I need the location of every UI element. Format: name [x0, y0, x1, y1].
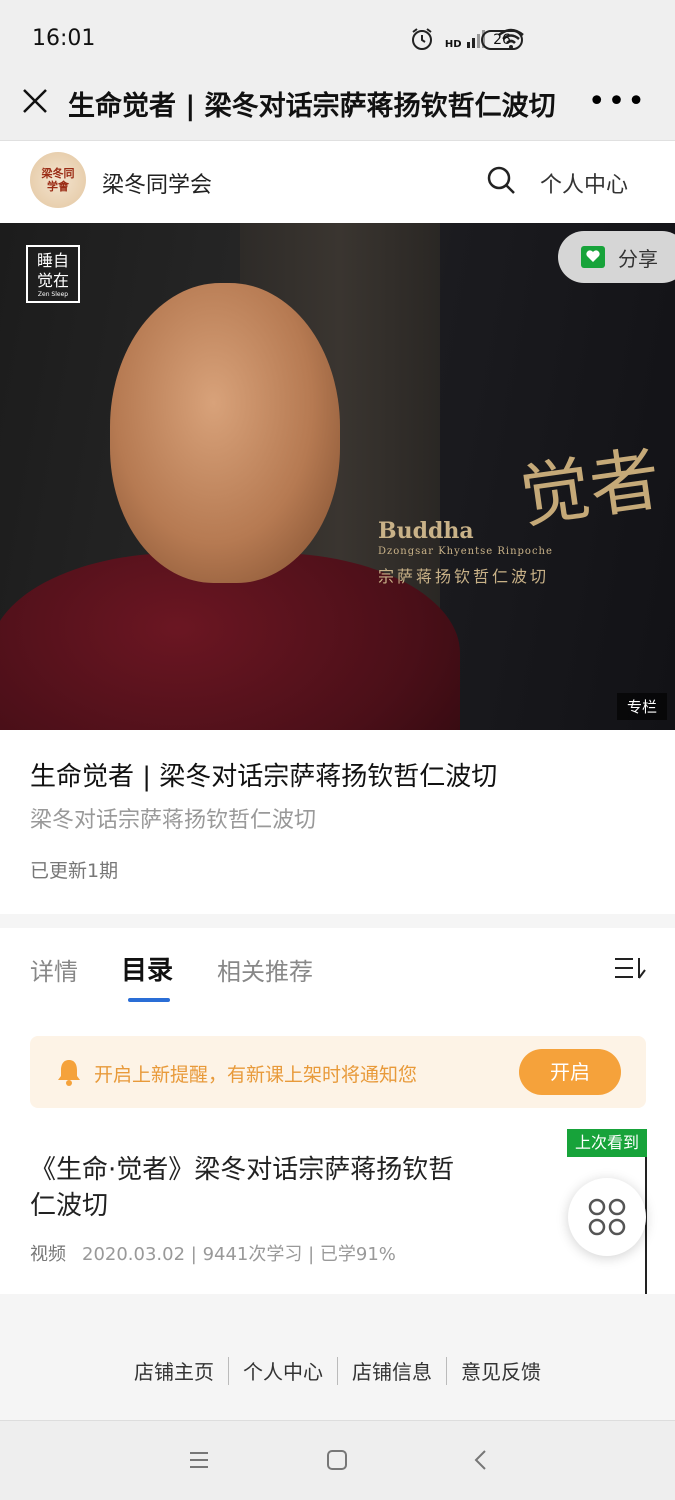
footer-links: 店铺主页 个人中心 店铺信息 意见反馈: [0, 1356, 675, 1385]
home-icon[interactable]: [326, 1449, 348, 1471]
search-icon[interactable]: [486, 165, 516, 195]
battery-indicator: 26: [481, 30, 523, 50]
hero-banner: 睡自觉在 Zen Sleep Buddha Dzongsar Khyentse …: [0, 223, 675, 730]
alarm-icon: [411, 28, 432, 50]
notice-text: 开启上新提醒，有新课上架时将通知您: [94, 1064, 418, 1086]
page-title: 生命觉者 | 梁冬对话宗萨蒋扬钦哲仁波切: [68, 91, 556, 122]
tab-details[interactable]: 详情: [30, 952, 78, 987]
footer-link-shop-home[interactable]: 店铺主页: [120, 1356, 228, 1385]
tab-bar: 详情 目录 相关推荐: [0, 928, 675, 1008]
recent-apps-icon[interactable]: [188, 1449, 210, 1471]
share-icon: [581, 246, 605, 268]
course-info: 生命觉者 | 梁冬对话宗萨蒋扬钦哲仁波切 梁冬对话宗萨蒋扬钦哲仁波切 已更新1期: [0, 730, 675, 914]
lesson-stats: 2020.03.02 | 9441次学习 | 已学91%: [82, 1244, 396, 1265]
footer-link-shop-info[interactable]: 店铺信息: [338, 1356, 446, 1385]
close-icon[interactable]: [20, 86, 50, 116]
status-bar: 16:01 HD 26: [0, 0, 675, 80]
system-nav-bar: [0, 1420, 675, 1500]
lesson-title[interactable]: 《生命·觉者》梁冬对话宗萨蒋扬钦哲仁波切: [30, 1152, 470, 1224]
lesson-type: 视频: [30, 1244, 66, 1265]
share-button[interactable]: 分享: [558, 231, 675, 283]
update-count: 已更新1期: [30, 860, 119, 882]
title-bar: 生命觉者 | 梁冬对话宗萨蒋扬钦哲仁波切 •••: [0, 80, 675, 141]
last-seen-badge: 上次看到: [567, 1129, 647, 1157]
lesson-meta: 视频 2020.03.02 | 9441次学习 | 已学91%: [30, 1240, 396, 1266]
personal-center-link[interactable]: 个人中心: [540, 167, 628, 199]
active-tab-indicator: [128, 998, 170, 1002]
hero-calligraphy: 觉者: [514, 437, 666, 539]
footer-link-feedback[interactable]: 意见反馈: [447, 1356, 555, 1385]
sort-icon[interactable]: [613, 954, 647, 982]
menu-grid-icon: [588, 1198, 626, 1236]
enable-notice-button[interactable]: 开启: [519, 1049, 621, 1095]
more-options-icon[interactable]: •••: [588, 84, 647, 119]
bell-icon: [58, 1060, 80, 1086]
column-tag: 专栏: [616, 693, 667, 720]
floating-menu-button[interactable]: [568, 1178, 646, 1256]
hero-portrait: [110, 283, 340, 583]
store-name[interactable]: 梁冬同学会: [102, 167, 212, 199]
store-header: 梁冬同学會 梁冬同学会 个人中心: [0, 141, 675, 223]
course-title: 生命觉者 | 梁冬对话宗萨蒋扬钦哲仁波切: [30, 762, 498, 792]
tab-recommended[interactable]: 相关推荐: [217, 952, 313, 987]
footer: 店铺主页 个人中心 店铺信息 意见反馈: [0, 1294, 675, 1420]
course-subtitle: 梁冬对话宗萨蒋扬钦哲仁波切: [30, 808, 317, 833]
tab-catalog[interactable]: 目录: [121, 950, 173, 987]
store-logo[interactable]: 梁冬同学會: [30, 152, 86, 208]
status-time: 16:01: [32, 26, 96, 51]
footer-link-personal-center[interactable]: 个人中心: [229, 1356, 337, 1385]
back-icon[interactable]: [470, 1449, 492, 1471]
notice-banner: 开启上新提醒，有新课上架时将通知您 开启: [30, 1036, 646, 1108]
progress-line: [645, 1157, 647, 1294]
zen-sleep-logo: 睡自觉在 Zen Sleep: [26, 245, 80, 303]
